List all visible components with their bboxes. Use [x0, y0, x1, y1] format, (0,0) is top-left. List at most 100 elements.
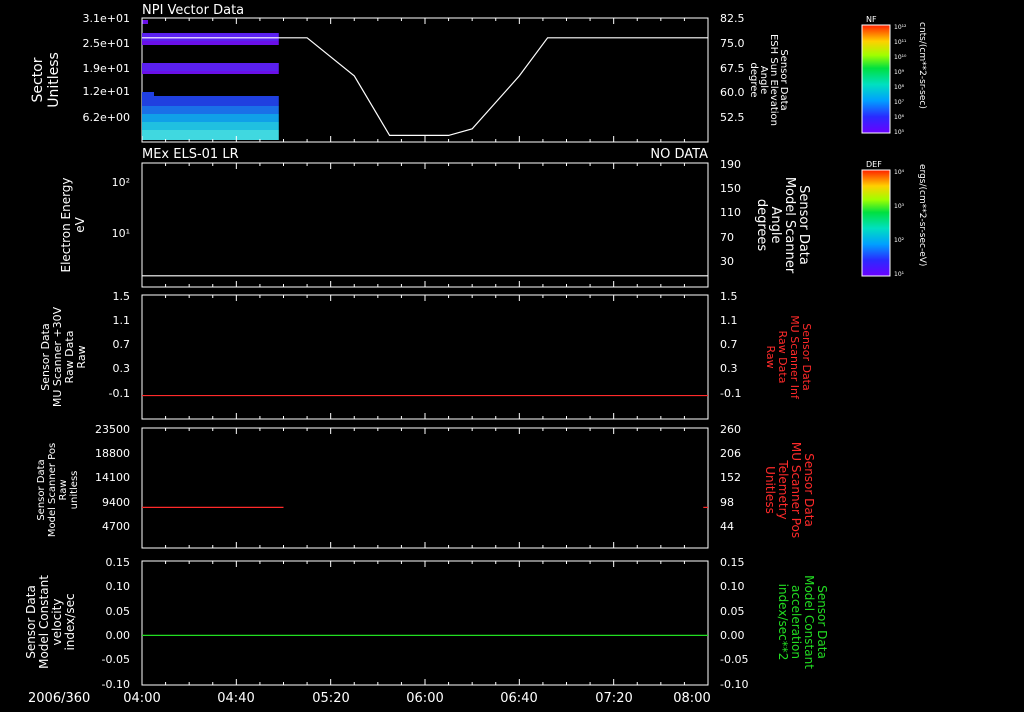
axis-label-line: Raw	[75, 345, 88, 368]
plot-frame	[141, 560, 709, 686]
tick-label: 60.0	[720, 86, 745, 99]
tick-label: -0.05	[102, 653, 130, 666]
tick-label: 0.10	[106, 580, 131, 593]
time-axis: 2006/360 04:00 04:40 05:20 06:00 06:40 0…	[28, 691, 711, 706]
right-tick-labels: 82.5 75.0 67.5 60.0 52.5	[720, 12, 745, 124]
left-axis-label: Electron Energy eV	[59, 177, 87, 272]
axis-label-line: Raw	[58, 479, 69, 500]
left-axis-label: Sector Unitless	[30, 52, 62, 108]
heatmap-cell	[142, 20, 148, 24]
colorbar-tick: 10¹¹	[894, 39, 907, 46]
tick-label: 152	[720, 471, 741, 484]
stacked-time-series-chart: NPI Vector Data 3.1e+01 2.5e+01 1.9e+01 …	[24, 3, 927, 706]
tick-label: 10¹	[112, 227, 130, 240]
tick-label: 0.00	[720, 629, 745, 642]
tick-label: 70	[720, 231, 734, 244]
tick-label: 3.1e+01	[83, 12, 130, 25]
plot-window: NPI Vector Data 3.1e+01 2.5e+01 1.9e+01 …	[0, 0, 1024, 708]
left-tick-labels: 23500 18800 14100 9400 4700	[95, 423, 130, 533]
left-tick-labels: 10² 10¹	[112, 176, 130, 240]
tick-label: 1.1	[720, 314, 738, 327]
tick-label: 0.7	[113, 338, 131, 351]
plot-frame	[141, 294, 709, 420]
axis-label-line: Sensor Data	[802, 453, 816, 527]
tick-label: 1.2e+01	[83, 85, 130, 98]
axis-label-line: index/sec	[63, 593, 77, 650]
colorbar-tick: 10⁷	[894, 99, 905, 106]
tick-label: 6.2e+00	[83, 111, 130, 124]
colorbar-ticks: 10⁴ 10³ 10² 10¹	[894, 169, 905, 278]
axis-label-line: Unitless	[46, 52, 62, 108]
panel-mu-scanner-raw: 1.5 1.1 0.7 0.3 -0.1 1.5 1.1 0.7 0.3 -0.…	[39, 290, 813, 420]
colorbar-title: DEF	[866, 160, 882, 169]
plot-frame	[141, 162, 709, 288]
tick-label: 0.15	[720, 556, 745, 569]
tick-label: -0.10	[102, 678, 130, 691]
left-axis-label: Sensor Data Model Scanner Pos Raw unitle…	[36, 443, 80, 537]
tick-label: 0.10	[720, 580, 745, 593]
right-axis-label: Sensor Data Model Constant acceleration …	[776, 575, 829, 669]
time-tick-label: 06:40	[500, 691, 537, 706]
plot-frame	[141, 427, 709, 549]
colorbar-tick: 10²	[894, 237, 905, 244]
tick-label: 190	[720, 158, 741, 171]
axis-label-line: Sensor Data	[24, 585, 38, 659]
axis-label-line: degree	[748, 62, 759, 97]
tick-label: 1.5	[113, 290, 131, 303]
tick-label: 0.05	[720, 605, 745, 618]
colorbar-tick: 10³	[894, 203, 905, 210]
heatmap-row	[142, 114, 279, 122]
axis-label-line: MU Scanner Pos	[789, 442, 803, 538]
time-tick-label: 06:00	[406, 691, 443, 706]
colorbar-tick: 10⁹	[894, 69, 905, 76]
axis-label-line: Model Constant	[37, 575, 51, 669]
colorbar-units: ergs/(cm**2-sr-sec-eV)	[917, 164, 927, 266]
panel-els: MEx ELS-01 LR NO DATA 10² 10¹ 190 150 11…	[59, 147, 811, 288]
tick-label: 30	[720, 255, 734, 268]
heatmap-row	[142, 130, 279, 140]
tick-label: 98	[720, 496, 734, 509]
colorbar-title: NF	[866, 15, 877, 24]
right-axis-label: Sensor Data ESH Sun Elevation Angle degr…	[748, 34, 789, 126]
tick-label: -0.05	[720, 653, 748, 666]
tick-label: 2.5e+01	[83, 37, 130, 50]
right-tick-labels: 260 206 152 98 44	[720, 423, 741, 533]
left-tick-labels: 1.5 1.1 0.7 0.3 -0.1	[109, 290, 130, 400]
heatmap-row	[142, 71, 279, 74]
heatmap-row	[142, 63, 279, 71]
colorbar-tick: 10⁶	[894, 114, 905, 121]
tick-label: 10²	[112, 176, 130, 189]
tick-label: 9400	[102, 496, 130, 509]
colorbar-tick: 10⁸	[894, 84, 905, 91]
colorbar-def: DEF 10⁴ 10³ 10² 10¹ ergs/(cm**2-sr-sec-e…	[861, 160, 927, 278]
axis-label-line: Raw	[764, 345, 777, 368]
tick-label: 75.0	[720, 37, 745, 50]
tick-label: 23500	[95, 423, 130, 436]
colorbar-ticks: 10¹² 10¹¹ 10¹⁰ 10⁹ 10⁸ 10⁷ 10⁶ 10⁵	[894, 24, 907, 136]
axis-label-line: Sensor Data	[796, 185, 811, 265]
axis-label-line: Model Scanner	[782, 177, 797, 274]
axis-label-line: Model Scanner Pos	[47, 443, 58, 537]
time-tick-label: 07:20	[595, 691, 632, 706]
tick-label: 0.15	[106, 556, 131, 569]
axis-label-line: acceleration	[789, 585, 803, 659]
colorbar-nf: NF 10¹² 10¹¹ 10¹⁰ 10⁹ 10⁸ 10⁷ 10⁶ 10⁵ cn…	[861, 15, 927, 136]
tick-label: 0.7	[720, 338, 738, 351]
colorbar-tick: 10¹²	[894, 24, 907, 31]
tick-label: 52.5	[720, 111, 745, 124]
tick-label: 82.5	[720, 12, 745, 25]
heatmap-row	[142, 41, 279, 45]
axis-label-line: degrees	[754, 199, 769, 252]
tick-label: 1.5	[720, 290, 738, 303]
no-data-label: NO DATA	[650, 147, 708, 162]
colorbar-tick: 10¹⁰	[894, 54, 907, 61]
axis-label-line: velocity	[50, 599, 64, 646]
tick-label: 150	[720, 182, 741, 195]
axis-label-line: Telemetry	[776, 459, 790, 519]
tick-label: 0.00	[106, 629, 131, 642]
tick-label: 1.9e+01	[83, 62, 130, 75]
panel-scanner-pos: 23500 18800 14100 9400 4700 260 206 152 …	[36, 423, 816, 549]
date-label: 2006/360	[28, 691, 90, 706]
right-tick-labels: 1.5 1.1 0.7 0.3 -0.1	[720, 290, 741, 400]
tick-label: -0.1	[720, 387, 741, 400]
